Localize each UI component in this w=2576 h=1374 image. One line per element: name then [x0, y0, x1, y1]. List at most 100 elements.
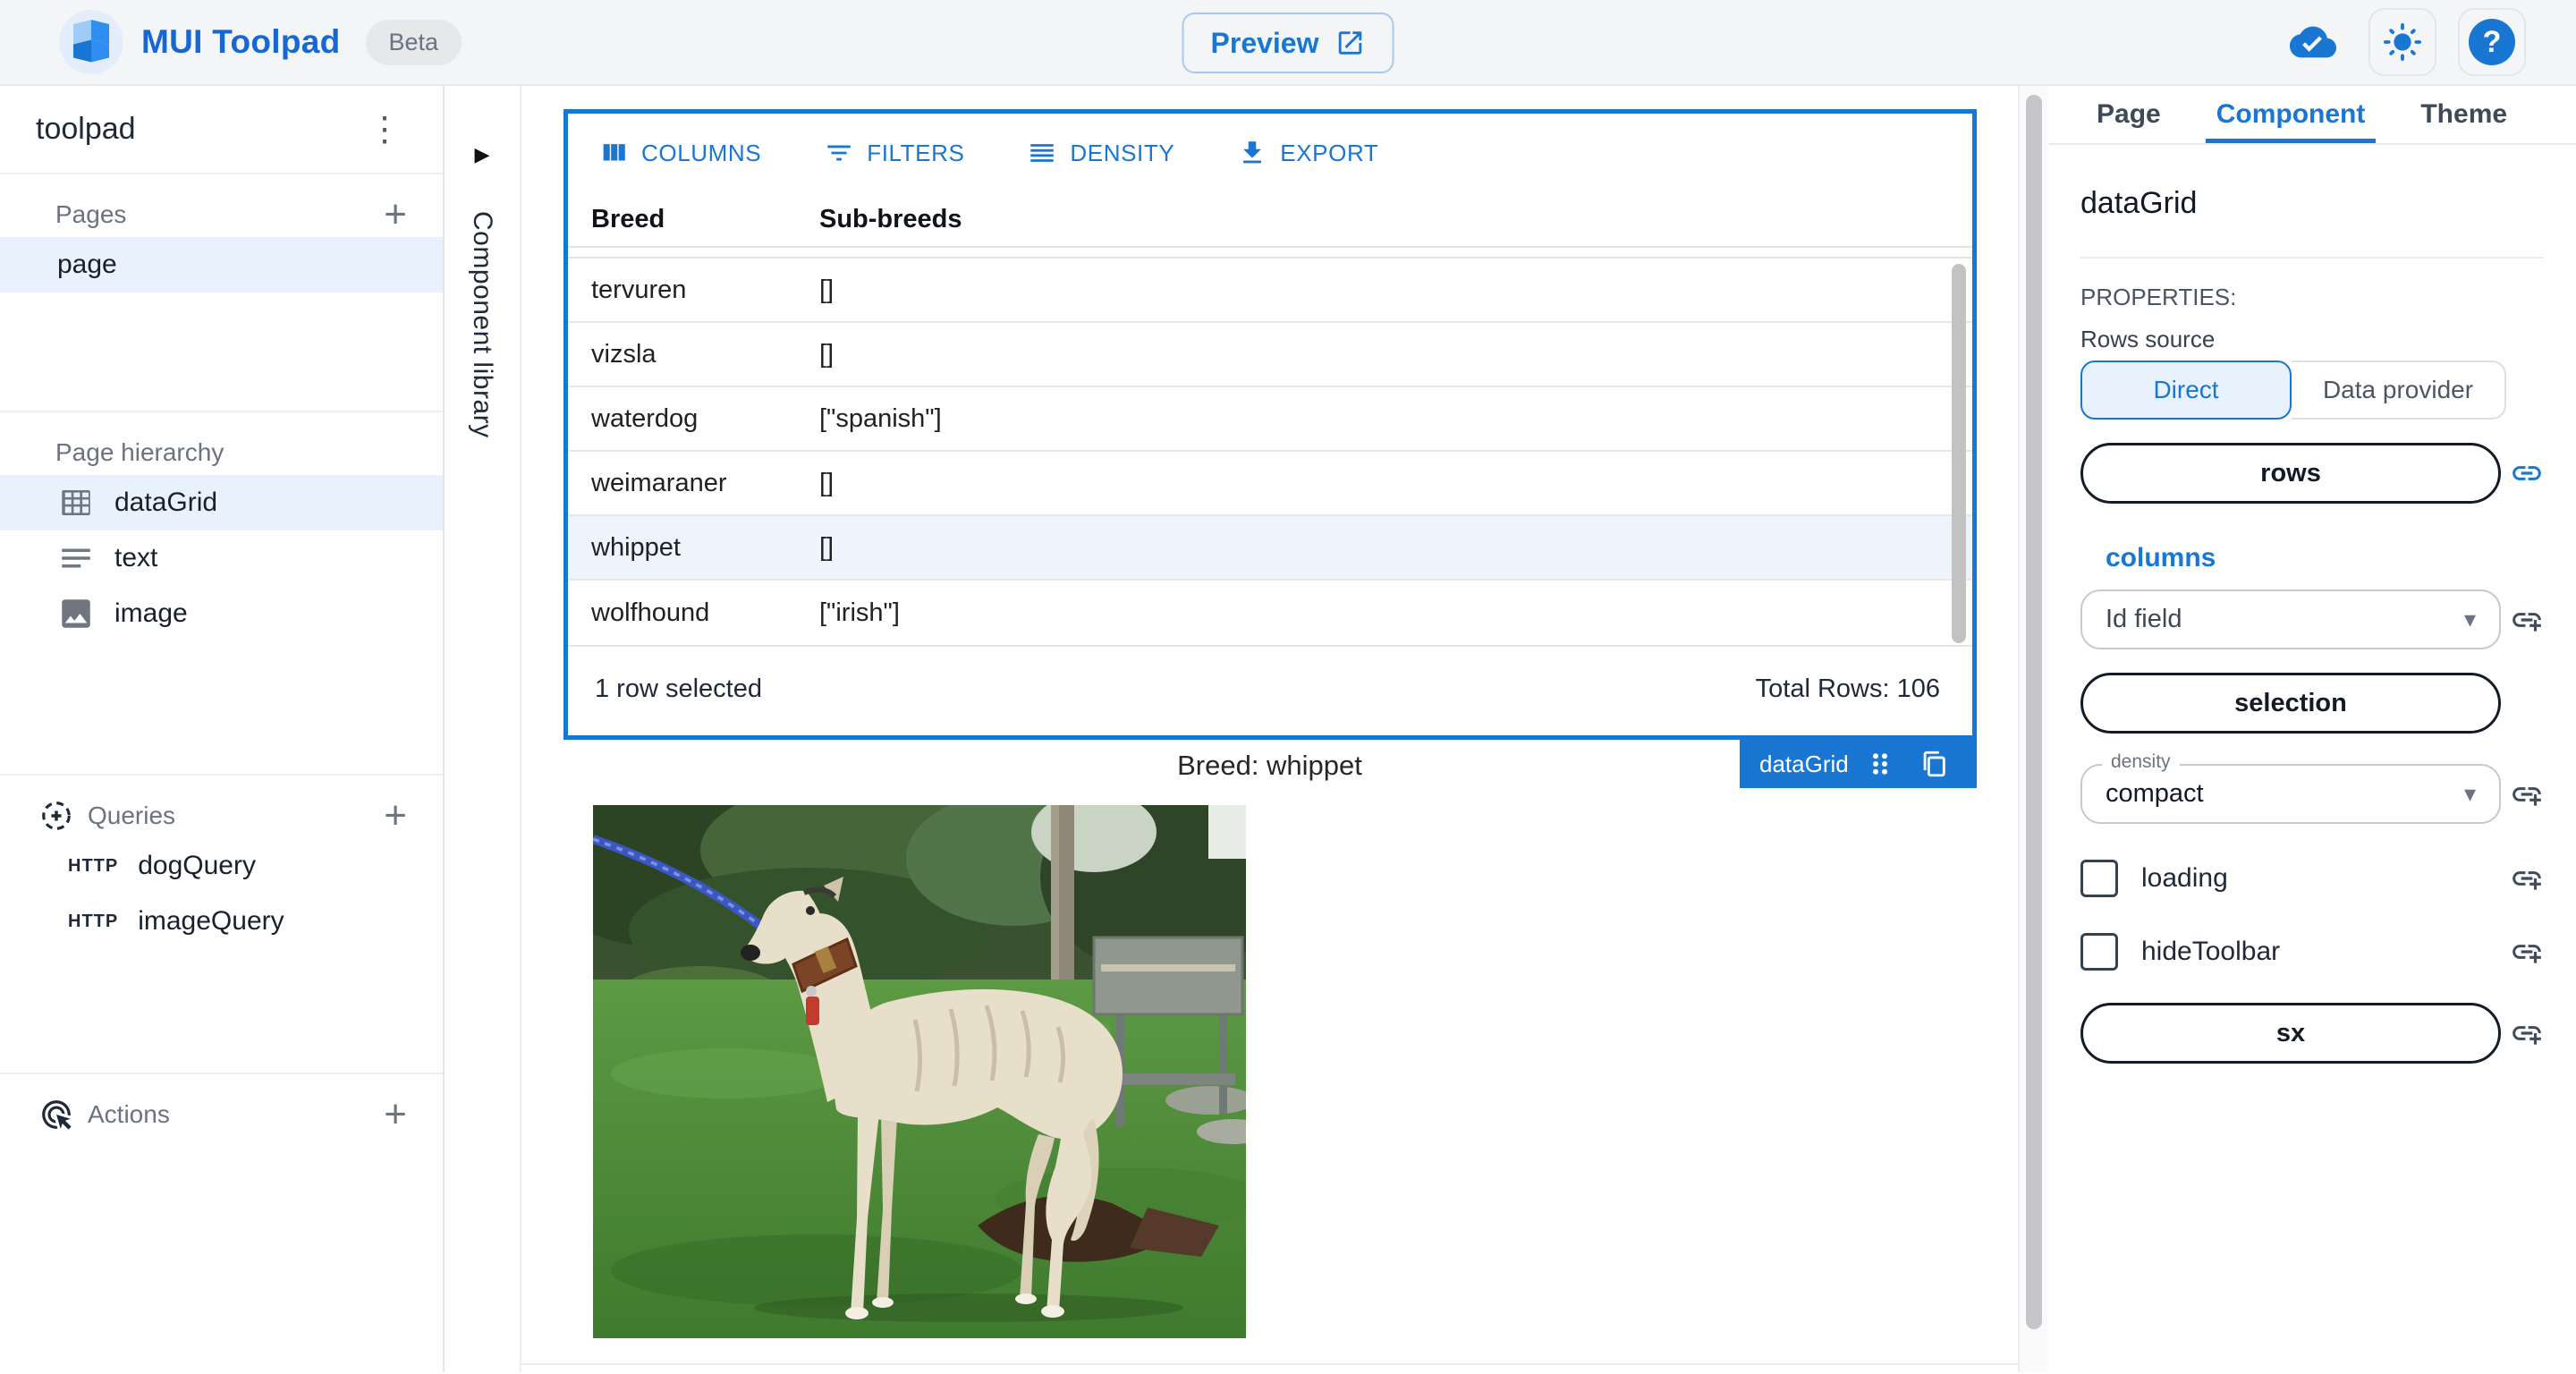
canvas-bottom-divider [521, 1363, 2018, 1365]
datagrid-scrollbar[interactable] [1952, 264, 1966, 643]
query-item-dogquery[interactable]: HTTP dogQuery [0, 838, 443, 894]
rows-source-toggle: Direct Data provider [2080, 360, 2506, 420]
mui-logo-icon [59, 10, 123, 74]
datagrid-toolbar: COLUMNS FILTERS DENSITY [568, 114, 1972, 192]
export-download-icon [1237, 138, 1267, 168]
project-menu-button[interactable]: ⋮ [359, 109, 411, 150]
add-page-button[interactable]: + [375, 195, 416, 234]
image-component-dog-photo[interactable] [593, 805, 1246, 1338]
export-button[interactable]: EXPORT [1232, 137, 1384, 169]
divider [2080, 257, 2544, 259]
table-row[interactable]: weimaraner [] [568, 452, 1972, 516]
hierarchy-item-image[interactable]: image [0, 586, 443, 641]
chevron-down-icon: ▾ [2464, 780, 2476, 808]
rows-source-direct-button[interactable]: Direct [2080, 360, 2292, 420]
preview-button[interactable]: Preview [1182, 13, 1394, 73]
explorer-sidebar: toolpad ⋮ Pages + page Page hierarchy da [0, 86, 445, 1372]
theme-toggle-button[interactable] [2368, 8, 2436, 76]
columns-button[interactable]: COLUMNS [593, 137, 767, 169]
column-header-subbreeds[interactable]: Sub-breeds [819, 205, 962, 233]
add-binding-link-icon[interactable] [2510, 777, 2544, 811]
text-icon [57, 539, 95, 577]
pages-section: Pages + page [0, 174, 443, 412]
pages-section-label: Pages [55, 200, 126, 229]
light-mode-icon [2382, 21, 2423, 63]
loading-checkbox[interactable] [2080, 860, 2118, 897]
app-title: MUI Toolpad [141, 23, 341, 61]
datagrid-header-row: Breed Sub-breeds [568, 192, 1972, 248]
rows-source-label: Rows source [2080, 326, 2544, 353]
data-grid-icon [57, 484, 95, 522]
expand-library-icon[interactable]: ▶ [475, 143, 490, 166]
hidetoolbar-property-row: hideToolbar [2080, 933, 2544, 971]
column-header-breed[interactable]: Breed [591, 205, 665, 233]
canvas-scrollbar-thumb[interactable] [2026, 95, 2042, 1329]
binding-link-icon[interactable] [2510, 456, 2544, 490]
add-binding-link-icon[interactable] [2510, 861, 2544, 895]
queries-section: Queries + HTTP dogQuery HTTP imageQuery [0, 776, 443, 1074]
id-field-select[interactable]: Id field ▾ [2080, 589, 2501, 649]
rows-property-button[interactable]: rows [2080, 443, 2501, 504]
loading-label: loading [2141, 863, 2228, 894]
add-binding-link-icon[interactable] [2510, 935, 2544, 969]
tab-theme[interactable]: Theme [2420, 86, 2507, 143]
http-badge: HTTP [68, 912, 118, 932]
sx-property-button[interactable]: sx [2080, 1003, 2501, 1064]
add-binding-link-icon[interactable] [2510, 603, 2544, 637]
filters-button[interactable]: FILTERS [818, 137, 970, 169]
canvas-scrollbar[interactable] [2018, 86, 2048, 1372]
add-query-button[interactable]: + [375, 796, 416, 835]
add-binding-link-icon[interactable] [2510, 1016, 2544, 1050]
text-component[interactable]: Breed: whippet [521, 750, 2018, 782]
density-icon [1027, 138, 1057, 168]
queries-section-label: Queries [88, 802, 175, 830]
editor-canvas: COLUMNS FILTERS DENSITY [521, 86, 2018, 1372]
density-field-label: density [2102, 751, 2180, 773]
hidetoolbar-checkbox[interactable] [2080, 933, 2118, 971]
hierarchy-item-datagrid[interactable]: dataGrid [0, 475, 443, 530]
density-select[interactable]: density compact ▾ [2080, 764, 2501, 824]
actions-section-label: Actions [88, 1100, 170, 1129]
rows-selected-count: 1 row selected [595, 674, 762, 704]
partial-scrolled-row [568, 248, 1972, 259]
table-row[interactable]: vizsla [] [568, 323, 1972, 387]
beta-badge: Beta [366, 20, 462, 65]
add-action-button[interactable]: + [375, 1095, 416, 1134]
hierarchy-item-text[interactable]: text [0, 530, 443, 586]
component-title: dataGrid [2080, 186, 2544, 221]
rows-source-dataprovider-button[interactable]: Data provider [2292, 360, 2506, 420]
query-item-imagequery[interactable]: HTTP imageQuery [0, 894, 443, 949]
columns-icon [598, 138, 629, 168]
hidetoolbar-label: hideToolbar [2141, 937, 2280, 967]
loading-property-row: loading [2080, 860, 2544, 897]
help-button[interactable]: ? [2458, 8, 2526, 76]
inspector-panel: Page Component Theme dataGrid PROPERTIES… [2048, 86, 2576, 1372]
component-library-panel[interactable]: ▶ Component library [445, 86, 521, 1372]
tab-component[interactable]: Component [2216, 86, 2366, 143]
topbar-actions: ? [2279, 8, 2526, 76]
filter-icon [824, 138, 854, 168]
sidebar-item-page[interactable]: page [0, 237, 443, 293]
tab-page[interactable]: Page [2097, 86, 2161, 143]
open-in-new-icon [1335, 28, 1365, 58]
datagrid-component[interactable]: COLUMNS FILTERS DENSITY [564, 109, 1977, 740]
chevron-down-icon: ▾ [2464, 606, 2476, 633]
project-header: toolpad ⋮ [0, 86, 443, 174]
query-icon [39, 799, 73, 833]
component-library-label: Component library [467, 211, 497, 438]
brand: MUI Toolpad Beta [59, 10, 462, 74]
selection-property-button[interactable]: selection [2080, 673, 2501, 734]
image-icon [57, 595, 95, 632]
density-button[interactable]: DENSITY [1021, 137, 1180, 169]
table-row[interactable]: tervuren [] [568, 259, 1972, 323]
inspector-tabs: Page Component Theme [2048, 86, 2576, 145]
table-row-selected[interactable]: whippet [] [568, 516, 1972, 581]
http-badge: HTTP [68, 856, 118, 877]
page-hierarchy-section: Page hierarchy dataGrid text image [0, 412, 443, 776]
cloud-done-icon [2279, 8, 2347, 76]
properties-label: PROPERTIES: [2080, 284, 2544, 311]
actions-section: Actions + [0, 1074, 443, 1137]
table-row[interactable]: wolfhound ["irish"] [568, 581, 1972, 645]
columns-editor-link[interactable]: columns [2106, 543, 2544, 573]
table-row[interactable]: waterdog ["spanish"] [568, 387, 1972, 452]
